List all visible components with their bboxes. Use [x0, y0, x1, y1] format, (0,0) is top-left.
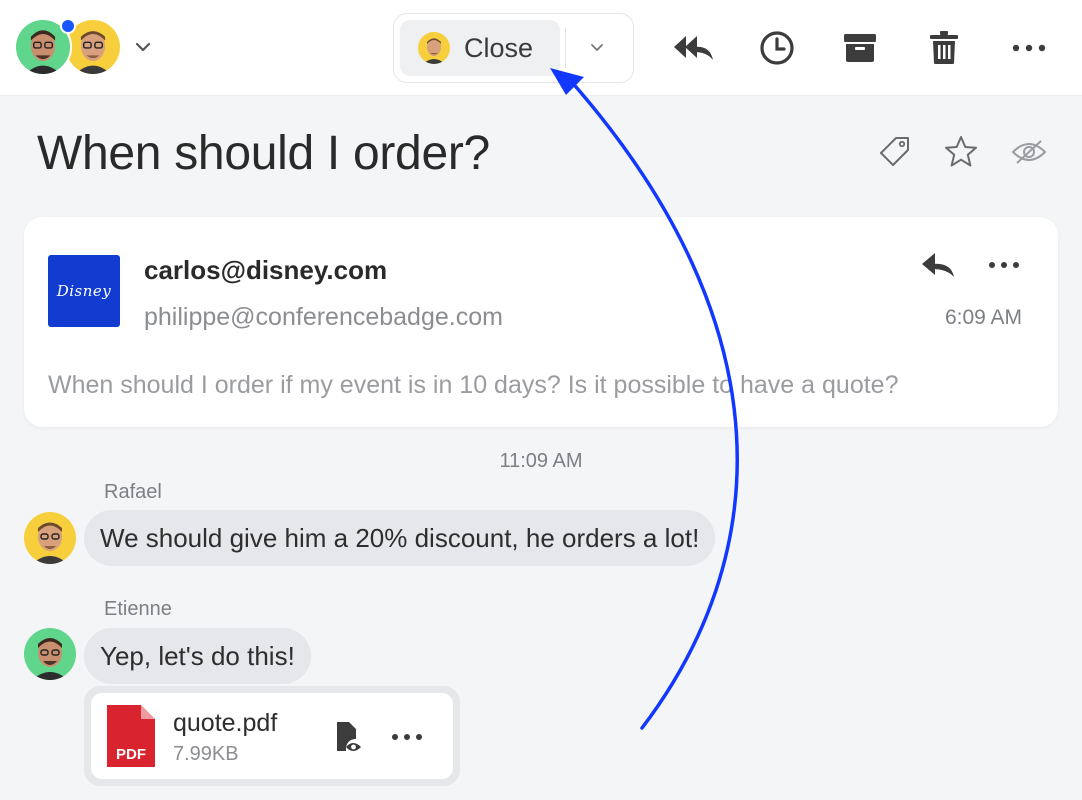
preview-attachment-button[interactable] — [331, 719, 367, 755]
chevron-down-icon — [135, 42, 151, 52]
pdf-file-icon: PDF — [107, 705, 155, 767]
reply-button[interactable] — [918, 245, 958, 285]
trash-icon — [930, 31, 958, 64]
email-preview: When should I order if my event is in 10… — [48, 371, 899, 399]
more-icon — [989, 262, 1019, 268]
conversation-subject: When should I order? — [37, 127, 490, 180]
star-button[interactable] — [937, 128, 985, 176]
close-options-dropdown[interactable] — [566, 20, 628, 76]
more-icon — [1012, 44, 1046, 52]
message-bubble[interactable]: We should give him a 20% discount, he or… — [84, 510, 716, 566]
avatar — [24, 512, 76, 564]
eye-slash-icon — [1011, 140, 1047, 164]
tag-button[interactable] — [870, 128, 918, 176]
close-label: Close — [464, 32, 534, 63]
attachment-more-button[interactable] — [387, 719, 427, 755]
message-sender: Etienne — [104, 598, 172, 620]
close-split-button: Close — [393, 13, 634, 83]
toolbar: Close — [0, 0, 1082, 96]
chevron-down-icon — [591, 44, 603, 51]
reply-all-button[interactable] — [670, 24, 718, 72]
more-icon — [392, 734, 422, 740]
assignee-avatar — [418, 32, 450, 64]
tag-icon — [880, 137, 909, 166]
attachment-name: quote.pdf — [173, 709, 278, 737]
brand-wordmark: Disney — [56, 282, 112, 300]
clock-icon — [760, 31, 794, 65]
delete-button[interactable] — [920, 24, 968, 72]
message-sender: Rafael — [104, 481, 162, 503]
close-button[interactable]: Close — [400, 20, 560, 76]
chat-timestamp: 11:09 AM — [499, 450, 583, 472]
file-attachment[interactable]: PDF quote.pdf 7.99KB — [84, 686, 460, 786]
star-icon — [945, 136, 977, 167]
hide-button[interactable] — [1005, 128, 1053, 176]
email-time: 6:09 AM — [944, 306, 1022, 329]
file-preview-icon — [337, 722, 361, 751]
archive-icon — [844, 34, 876, 62]
sender-logo: Disney — [48, 255, 120, 327]
attachment-card: PDF quote.pdf 7.99KB — [91, 693, 453, 779]
pdf-type-label: PDF — [116, 746, 146, 763]
reply-all-icon — [674, 36, 713, 60]
snooze-button[interactable] — [753, 24, 801, 72]
participants-selector[interactable] — [14, 18, 164, 78]
online-indicator — [60, 18, 76, 34]
reply-icon — [922, 253, 954, 277]
email-more-button[interactable] — [984, 245, 1024, 285]
message-bubble[interactable]: Yep, let's do this! — [84, 628, 311, 684]
archive-button[interactable] — [836, 24, 884, 72]
email-to: philippe@conferencebadge.com — [144, 303, 503, 331]
avatar — [24, 628, 76, 680]
email-from: carlos@disney.com — [144, 255, 388, 285]
more-button[interactable] — [1005, 24, 1053, 72]
attachment-size: 7.99KB — [173, 743, 239, 765]
email-card[interactable]: Disney carlos@disney.com philippe@confer… — [24, 217, 1058, 427]
